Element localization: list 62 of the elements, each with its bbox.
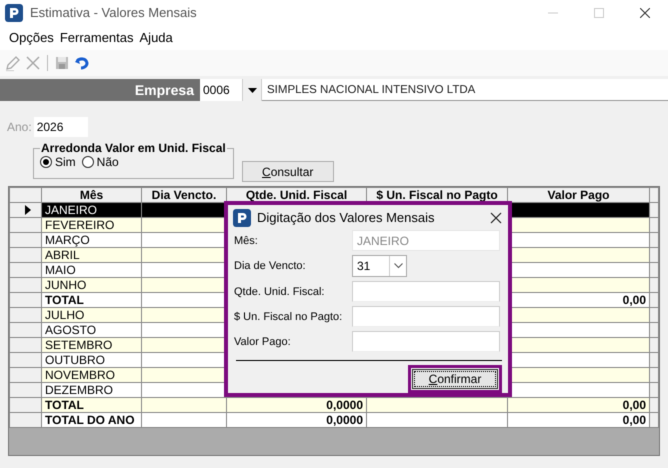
dropdown-button[interactable] — [242, 79, 262, 101]
group-title: Arredonda Valor em Unid. Fiscal — [40, 141, 227, 155]
window-title: Estimativa - Valores Mensais — [30, 5, 198, 20]
row-pointer-icon — [24, 205, 32, 215]
day-dropdown[interactable]: 31 — [352, 255, 407, 277]
month-cell: TOTAL DO ANO — [42, 412, 142, 428]
radio-option[interactable]: Sim — [40, 155, 76, 169]
field-label: Mês: — [233, 234, 259, 246]
close-button[interactable] — [490, 212, 502, 224]
close-icon — [640, 8, 650, 18]
input-field[interactable] — [352, 281, 500, 302]
consult-button[interactable]: Consultar — [242, 161, 334, 182]
field-label: $ Un. Fiscal no Pagto: — [233, 310, 344, 322]
maximize-icon — [594, 8, 604, 18]
dialog-title: Digitação dos Valores Mensais — [257, 210, 436, 225]
radio-option[interactable]: Não — [82, 155, 119, 169]
field-label: Valor Pago: — [233, 336, 292, 348]
column-header: Valor Pago — [508, 188, 650, 202]
month-cell: SETEMBRO — [42, 338, 142, 352]
month-cell: TOTAL — [42, 292, 142, 308]
menu-item[interactable]: Ferramentas — [56, 30, 137, 45]
table-cell: 0,0000 — [226, 412, 366, 428]
month-cell: JANEIRO — [42, 202, 142, 218]
column-header: $ Un. Fiscal no Pagto — [366, 188, 508, 202]
input-field[interactable] — [352, 306, 500, 327]
table-cell: 0,0000 — [226, 398, 366, 412]
input-field[interactable] — [352, 331, 500, 352]
menu-item[interactable]: Ajuda — [136, 30, 176, 45]
month-cell: DEZEMBRO — [42, 382, 142, 398]
delete-button[interactable] — [24, 54, 42, 72]
field-label: Dia de Vencto: — [233, 260, 307, 272]
chevron-down-icon — [394, 263, 402, 269]
month-cell: OUTUBRO — [42, 352, 142, 368]
save-button[interactable] — [53, 54, 71, 72]
app-logo-icon — [233, 208, 251, 226]
column-header: Qtde. Unid. Fiscal — [226, 188, 366, 202]
month-cell: NOVEMBRO — [42, 368, 142, 382]
field-label: Qtde. Unid. Fiscal: — [233, 286, 326, 298]
year-field[interactable]: 2026 — [34, 117, 88, 137]
input-field[interactable]: JANEIRO — [352, 230, 500, 251]
month-cell: ABRIL — [42, 248, 142, 262]
month-cell: MARÇO — [42, 232, 142, 248]
column-header: Dia Vencto. — [142, 188, 226, 202]
column-header: Mês — [42, 188, 142, 202]
table-cell: 0,00 — [508, 412, 650, 428]
table-cell: 0,00 — [508, 398, 650, 412]
company-name-field: SIMPLES NACIONAL INTENSIVO LTDA — [262, 79, 668, 101]
month-cell: JUNHO — [42, 278, 142, 292]
radio-button[interactable] — [40, 156, 52, 168]
company-label: Empresa — [0, 79, 200, 101]
menu-item[interactable]: Opções — [6, 30, 57, 45]
year-label: Ano: — [7, 120, 32, 134]
month-cell: MAIO — [42, 262, 142, 278]
radio-button[interactable] — [82, 156, 94, 168]
app-logo-icon — [5, 4, 23, 22]
month-cell: FEVEREIRO — [42, 218, 142, 232]
month-cell: AGOSTO — [42, 322, 142, 338]
month-cell: TOTAL — [42, 398, 142, 412]
edit-button[interactable] — [4, 54, 22, 72]
month-cell: JULHO — [42, 308, 142, 322]
caret-down-icon — [248, 88, 256, 92]
confirm-button[interactable]: Confirmar — [412, 369, 498, 389]
